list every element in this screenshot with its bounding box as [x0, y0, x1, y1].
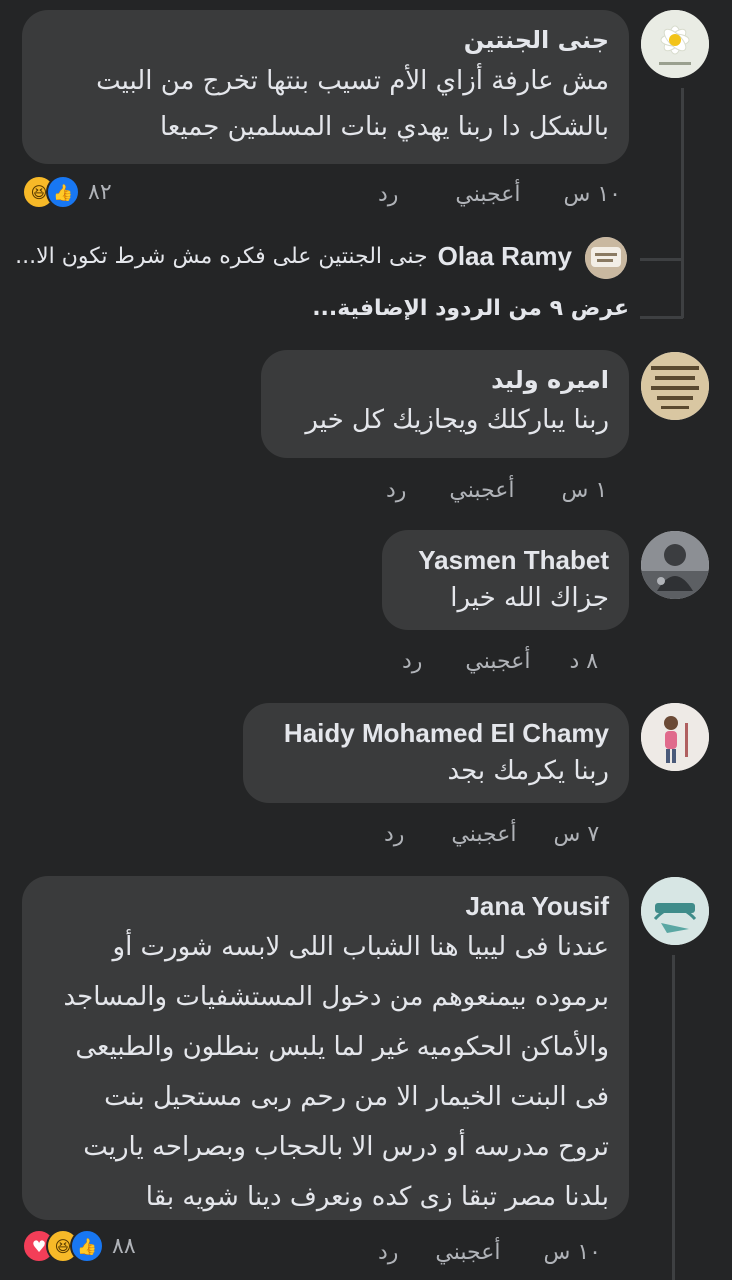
comment-time[interactable]: ١٠ س [543, 1240, 601, 1265]
reaction-count: ٨٨ [112, 1233, 136, 1259]
reactions-summary[interactable]: ♥ 😆 👍 ٨٨ [22, 1228, 136, 1264]
comment-author[interactable]: جنى الجنتين [42, 24, 609, 56]
reply-avatar[interactable] [585, 237, 627, 279]
avatar[interactable] [641, 352, 709, 420]
comment-actions: رد أعجبني ١٠ س [378, 182, 621, 207]
avatar[interactable] [641, 877, 709, 945]
comment-bubble: Jana Yousif عندنا فى ليبيا هنا الشباب ال… [22, 876, 629, 1220]
like-button[interactable]: أعجبني [435, 1240, 500, 1265]
comment-actions: رد أعجبني ١٠ س [378, 1240, 601, 1265]
like-button[interactable]: أعجبني [451, 822, 516, 847]
thread-line-more-branch [640, 316, 683, 319]
like-button[interactable]: أعجبني [465, 649, 530, 674]
reply-author[interactable]: Olaa Ramy [438, 241, 572, 272]
comment-actions: رد أعجبني ١ س [386, 478, 607, 503]
comment-bubble: جنى الجنتين مش عارفة أزاي الأم تسيب بنته… [22, 10, 629, 164]
thread-line [672, 955, 675, 1280]
view-more-replies-link[interactable]: عرض ٩ من الردود الإضافية... [312, 296, 629, 321]
like-button[interactable]: أعجبني [455, 182, 520, 207]
reaction-count: ٨٢ [88, 179, 112, 205]
comment-bubble: Yasmen Thabet جزاك الله خيرا [382, 530, 629, 630]
thread-line [681, 88, 684, 318]
comment-actions: رد أعجبني ٨ د [402, 649, 598, 674]
thread-line-reply-branch [640, 258, 683, 261]
comment-author[interactable]: Yasmen Thabet [402, 544, 609, 576]
comment-bubble: اميره وليد ربنا يباركلك ويجازيك كل خير [261, 350, 629, 458]
comment-author[interactable]: Jana Yousif [42, 890, 609, 922]
like-reaction-icon: 👍 [70, 1229, 104, 1263]
like-button[interactable]: أعجبني [449, 478, 514, 503]
comment-actions: رد أعجبني ٧ س [384, 822, 599, 847]
comment-text: عندنا فى ليبيا هنا الشباب اللى لابسه شور… [63, 932, 609, 1212]
reactions-summary[interactable]: 😆 👍 ٨٢ [22, 174, 112, 210]
comment-text: ربنا يكرمك بجد [447, 756, 609, 786]
comment-bubble: Haidy Mohamed El Chamy ربنا يكرمك بجد [243, 703, 629, 803]
comment-text: ربنا يباركلك ويجازيك كل خير [305, 405, 609, 435]
avatar[interactable] [641, 703, 709, 771]
reply-button[interactable]: رد [378, 1240, 398, 1265]
reply-preview[interactable]: Olaa Ramy جنى الجنتين على فكره مش شرط تك… [15, 241, 572, 272]
reply-button[interactable]: رد [384, 822, 404, 847]
comment-time[interactable]: ٧ س [553, 822, 599, 847]
comment-text: جزاك الله خيرا [450, 583, 609, 613]
comment-author[interactable]: اميره وليد [281, 364, 609, 396]
reply-button[interactable]: رد [402, 649, 422, 674]
reply-button[interactable]: رد [386, 478, 406, 503]
comment-text: مش عارفة أزاي الأم تسيب بنتها تخرج من ال… [96, 66, 609, 142]
avatar[interactable] [641, 10, 709, 78]
like-reaction-icon: 👍 [46, 175, 80, 209]
comment-time[interactable]: ٨ د [569, 649, 598, 674]
reply-button[interactable]: رد [378, 182, 398, 207]
comment-time[interactable]: ١٠ س [563, 182, 621, 207]
avatar[interactable] [641, 531, 709, 599]
comment-author[interactable]: Haidy Mohamed El Chamy [263, 717, 609, 749]
reply-text: جنى الجنتين على فكره مش شرط تكون الا... [15, 244, 428, 269]
comment-time[interactable]: ١ س [561, 478, 607, 503]
